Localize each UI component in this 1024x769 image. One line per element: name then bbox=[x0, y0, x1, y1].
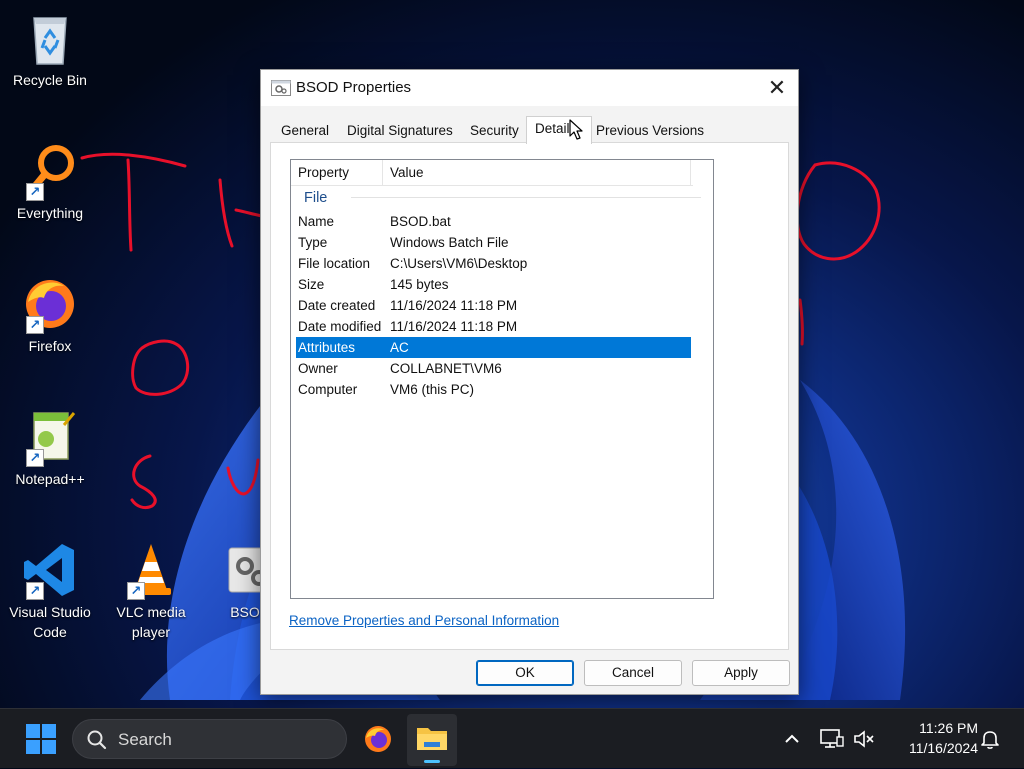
clock-time: 11:26 PM bbox=[919, 720, 978, 736]
tab-security[interactable]: Security bbox=[462, 120, 527, 142]
desktop-icon-label: Firefox bbox=[28, 338, 72, 354]
details-row-name[interactable]: Name BSOD.bat bbox=[296, 211, 691, 232]
search-icon bbox=[87, 730, 107, 750]
shortcut-arrow-icon: ↗ bbox=[26, 316, 44, 334]
recycle-bin-icon bbox=[33, 17, 67, 65]
close-button[interactable]: ✕ bbox=[756, 70, 798, 106]
ok-button[interactable]: OK bbox=[476, 660, 574, 686]
property-name: Date modified bbox=[298, 319, 382, 334]
tab-digital-signatures[interactable]: Digital Signatures bbox=[339, 120, 461, 142]
shortcut-arrow-icon: ↗ bbox=[26, 582, 44, 600]
dialog-title: BSOD Properties bbox=[296, 79, 412, 96]
desktop-icon-vlc[interactable]: ↗ VLC media player bbox=[101, 540, 201, 642]
property-value: Windows Batch File bbox=[390, 235, 509, 250]
details-row-date-modified[interactable]: Date modified 11/16/2024 11:18 PM bbox=[296, 316, 691, 337]
property-value: BSOD.bat bbox=[390, 214, 451, 229]
taskbar-file-explorer[interactable] bbox=[407, 714, 457, 766]
group-divider bbox=[351, 197, 701, 198]
tab-previous-versions[interactable]: Previous Versions bbox=[588, 120, 712, 142]
tab-general[interactable]: General bbox=[273, 120, 337, 142]
clock-date: 11/16/2024 bbox=[908, 740, 978, 756]
desktop-icon-notepadpp[interactable]: ↗ Notepad++ bbox=[0, 407, 100, 489]
tab-strip: General Digital Signatures Security Deta… bbox=[271, 116, 791, 144]
property-name: Attributes bbox=[298, 340, 356, 355]
cancel-button[interactable]: Cancel bbox=[584, 660, 682, 686]
search-placeholder: Search bbox=[118, 730, 172, 749]
apply-button[interactable]: Apply bbox=[692, 660, 790, 686]
property-name: Owner bbox=[298, 361, 338, 376]
desktop-icon-recycle-bin[interactable]: Recycle Bin bbox=[0, 8, 100, 90]
shortcut-arrow-icon: ↗ bbox=[127, 582, 145, 600]
desktop-icon-everything[interactable]: ↗ Everything bbox=[0, 141, 100, 223]
windows-logo-icon bbox=[26, 724, 56, 754]
property-name: Name bbox=[298, 214, 335, 229]
start-button[interactable] bbox=[22, 709, 60, 769]
details-tab-panel: Property Value File Name BSOD.bat Type W… bbox=[270, 142, 789, 650]
property-name: Computer bbox=[298, 382, 358, 397]
property-value: 11/16/2024 11:18 PM bbox=[390, 319, 518, 334]
mouse-cursor-icon bbox=[569, 119, 583, 140]
firefox-icon bbox=[365, 726, 391, 752]
taskbar-search-box[interactable]: Search bbox=[72, 719, 347, 759]
desktop-icon-label: VLC media player bbox=[116, 604, 186, 640]
property-value: AC bbox=[390, 340, 409, 355]
list-header: Property Value bbox=[291, 160, 693, 186]
volume-muted-icon[interactable] bbox=[852, 727, 878, 751]
details-row-size[interactable]: Size 145 bytes bbox=[296, 274, 691, 295]
details-row-owner[interactable]: Owner COLLABNET\VM6 bbox=[296, 358, 691, 379]
close-icon: ✕ bbox=[767, 75, 787, 100]
folder-icon bbox=[417, 728, 447, 750]
chevron-up-icon[interactable] bbox=[780, 727, 804, 751]
property-value: 145 bytes bbox=[390, 277, 449, 292]
desktop-icon-label: Notepad++ bbox=[15, 471, 85, 487]
taskbar: Search 11:26 PM 11/16/2024 bbox=[0, 708, 1024, 768]
desktop-icon-label: Everything bbox=[16, 205, 84, 221]
title-bar[interactable]: BSOD Properties ✕ bbox=[261, 70, 798, 106]
details-row-date-created[interactable]: Date created 11/16/2024 11:18 PM bbox=[296, 295, 691, 316]
shortcut-arrow-icon: ↗ bbox=[26, 183, 44, 201]
notification-bell-icon[interactable] bbox=[978, 727, 1002, 751]
property-name: File location bbox=[298, 256, 371, 271]
property-value: VM6 (this PC) bbox=[390, 382, 475, 397]
property-value: 11/16/2024 11:18 PM bbox=[390, 298, 518, 313]
desktop-icon-firefox[interactable]: ↗ Firefox bbox=[0, 274, 100, 356]
remove-properties-link[interactable]: Remove Properties and Personal Informati… bbox=[289, 613, 559, 628]
taskbar-clock[interactable]: 11:26 PM 11/16/2024 bbox=[884, 718, 978, 758]
group-header-file[interactable]: File bbox=[304, 188, 702, 208]
column-header-property[interactable]: Property bbox=[291, 160, 383, 186]
details-list[interactable]: Property Value File Name BSOD.bat Type W… bbox=[290, 159, 714, 599]
desktop-icon-label: Recycle Bin bbox=[13, 72, 87, 88]
desktop-icon-vscode[interactable]: ↗ Visual Studio Code bbox=[0, 540, 100, 642]
details-row-type[interactable]: Type Windows Batch File bbox=[296, 232, 691, 253]
taskbar-firefox[interactable] bbox=[358, 709, 398, 769]
details-row-attributes[interactable]: Attributes AC bbox=[296, 337, 691, 358]
property-name: Date created bbox=[298, 298, 376, 313]
network-icon[interactable] bbox=[818, 727, 844, 751]
property-value: C:\Users\VM6\Desktop bbox=[390, 256, 528, 271]
desktop-icon-label: Visual Studio Code bbox=[9, 604, 91, 640]
property-name: Type bbox=[298, 235, 328, 250]
running-indicator bbox=[424, 760, 440, 763]
column-header-value[interactable]: Value bbox=[383, 160, 691, 186]
details-row-file-location[interactable]: File location C:\Users\VM6\Desktop bbox=[296, 253, 691, 274]
batch-file-icon bbox=[271, 80, 291, 96]
properties-dialog: BSOD Properties ✕ General Digital Signat… bbox=[260, 69, 799, 695]
shortcut-arrow-icon: ↗ bbox=[26, 449, 44, 467]
property-value: COLLABNET\VM6 bbox=[390, 361, 502, 376]
property-name: Size bbox=[298, 277, 325, 292]
details-row-computer[interactable]: Computer VM6 (this PC) bbox=[296, 379, 691, 400]
